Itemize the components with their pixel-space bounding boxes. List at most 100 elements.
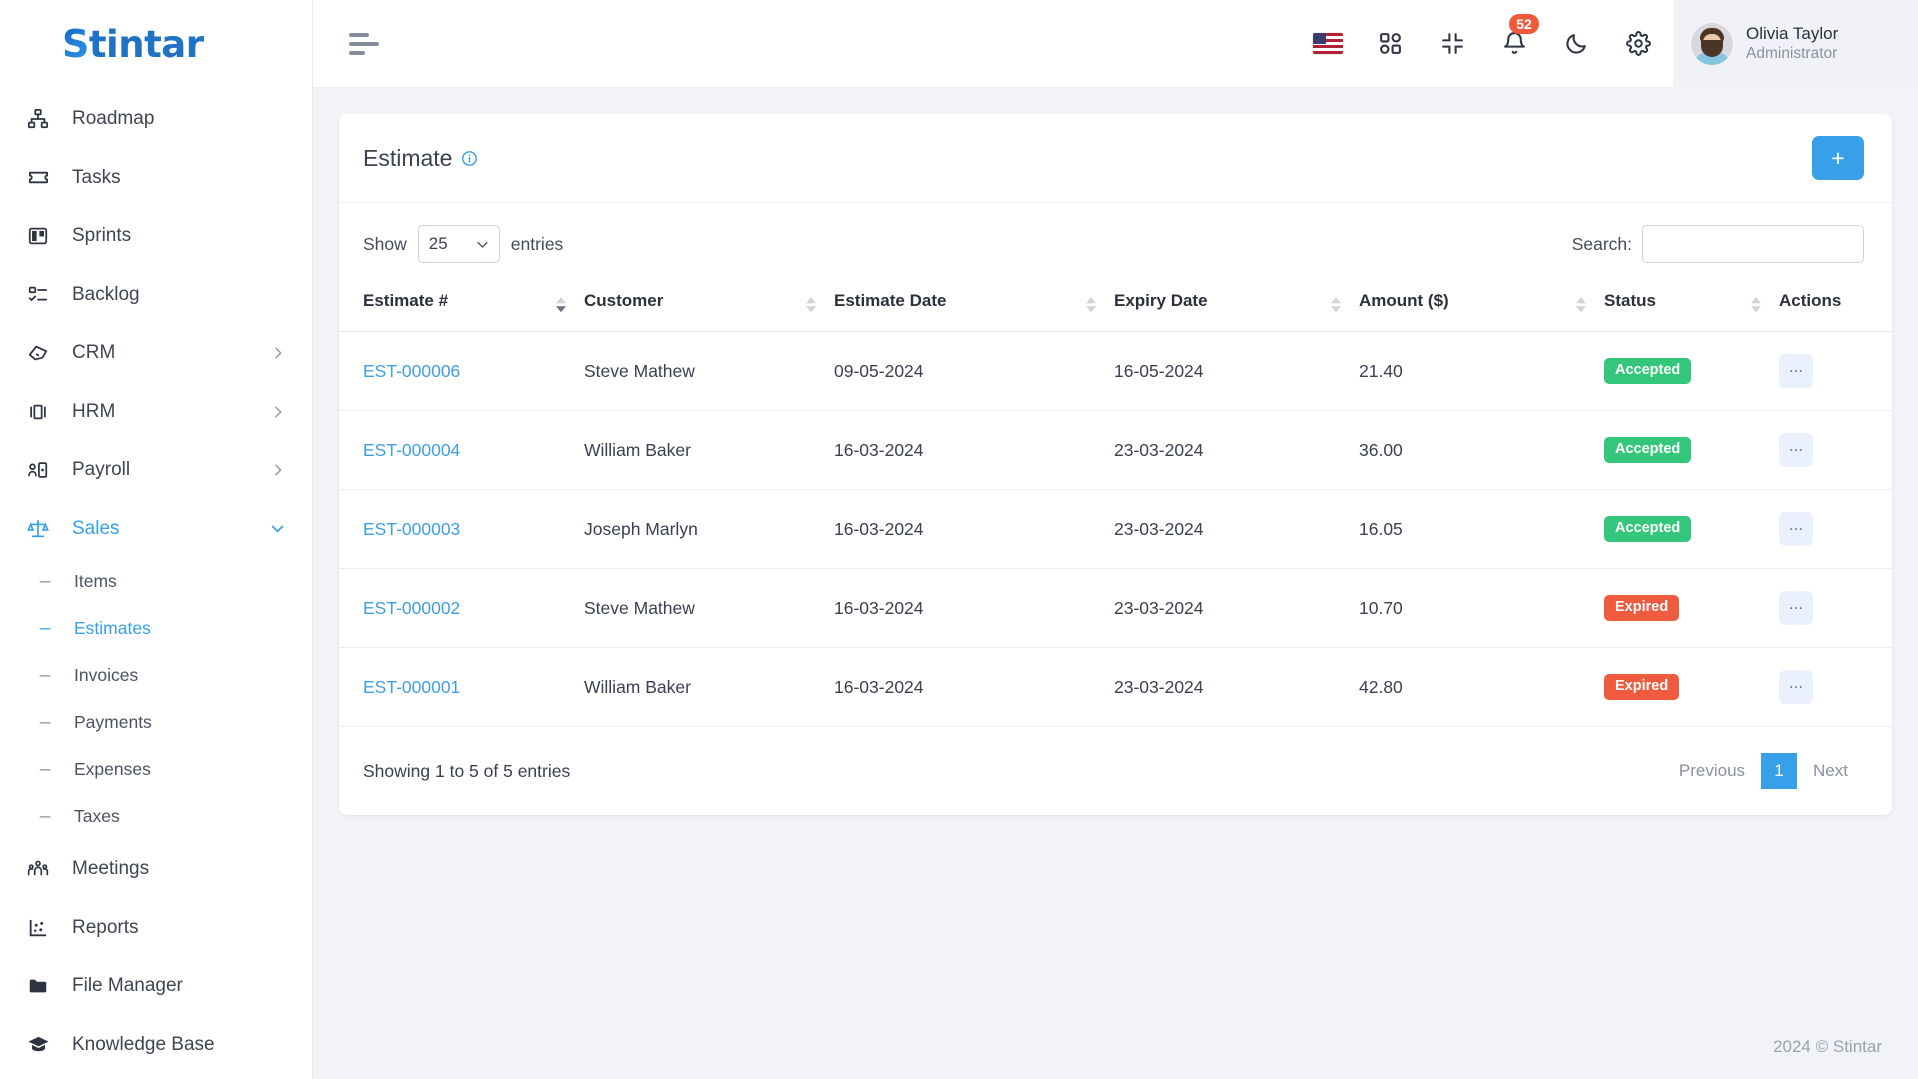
cell-estimate-number: EST-000002 <box>339 568 584 648</box>
app-root: Stintar Roadmap Tasks Sprints Backlog CR… <box>0 0 1918 1079</box>
row-actions-button[interactable]: ... <box>1779 433 1813 467</box>
user-profile-menu[interactable]: Olivia Taylor Administrator <box>1673 0 1918 88</box>
sidebar-item-payroll[interactable]: Payroll <box>0 441 312 500</box>
topbar-icons: 52 <box>1311 13 1673 61</box>
sidebar-item-label: Tasks <box>72 166 121 188</box>
dash-icon: – <box>39 665 51 686</box>
language-selector[interactable] <box>1311 27 1345 61</box>
cell-customer: William Baker <box>584 647 834 727</box>
cell-amount: 21.40 <box>1359 331 1604 411</box>
sort-arrows-icon <box>1751 297 1761 313</box>
cell-customer: William Baker <box>584 410 834 490</box>
sidebar-item-meetings[interactable]: Meetings <box>0 840 312 899</box>
profile-text: Olivia Taylor Administrator <box>1746 23 1838 64</box>
status-badge: Accepted <box>1604 358 1692 384</box>
estimate-link[interactable]: EST-000003 <box>363 519 460 539</box>
row-actions-button[interactable]: ... <box>1779 512 1813 546</box>
cell-actions: ... <box>1779 410 1892 490</box>
pagination-next[interactable]: Next <box>1797 753 1864 789</box>
sidebar-nav: Roadmap Tasks Sprints Backlog CRM HRM Pa… <box>0 88 312 1079</box>
chevron-right-icon <box>270 462 286 478</box>
profile-name: Olivia Taylor <box>1746 24 1839 44</box>
column-header-customer[interactable]: Customer <box>584 277 834 332</box>
page-title-text: Estimate <box>363 144 453 171</box>
sidebar-subitem-invoices[interactable]: – Invoices <box>0 652 312 699</box>
sidebar-item-label: HRM <box>72 400 116 422</box>
gear-icon[interactable] <box>1621 27 1655 61</box>
notifications-count-badge: 52 <box>1509 13 1539 34</box>
estimate-link[interactable]: EST-000001 <box>363 677 460 697</box>
row-actions-button[interactable]: ... <box>1779 670 1813 704</box>
cell-estimate-date: 09-05-2024 <box>834 331 1114 411</box>
grid-apps-icon[interactable] <box>1373 27 1407 61</box>
column-header-amount[interactable]: Amount ($) <box>1359 277 1604 332</box>
cell-actions: ... <box>1779 489 1892 569</box>
sidebar-item-crm[interactable]: CRM <box>0 324 312 383</box>
status-badge: Expired <box>1604 595 1680 621</box>
page-title: Estimate <box>363 145 478 172</box>
sidebar-item-knowledge-base[interactable]: Knowledge Base <box>0 1016 312 1075</box>
table-head: Estimate # Customer Estimate Date Expiry… <box>339 277 1892 332</box>
estimate-link[interactable]: EST-000002 <box>363 598 460 618</box>
cell-expiry-date: 23-03-2024 <box>1114 489 1359 569</box>
row-actions-button[interactable]: ... <box>1779 591 1813 625</box>
info-circle-icon[interactable] <box>461 150 478 167</box>
chevron-right-icon <box>270 345 286 361</box>
sort-arrows-icon <box>1331 297 1341 313</box>
avatar <box>1691 22 1733 65</box>
card-header: Estimate + <box>339 114 1892 203</box>
column-header-status[interactable]: Status <box>1604 277 1779 332</box>
sidebar-item-reports[interactable]: Reports <box>0 899 312 958</box>
pagination-previous[interactable]: Previous <box>1663 753 1761 789</box>
people-group-icon <box>24 398 52 426</box>
estimate-link[interactable]: EST-000004 <box>363 440 460 460</box>
brand-logo-mark: S <box>62 22 89 66</box>
sidebar-item-label: Roadmap <box>72 108 155 130</box>
sidebar-subitem-estimates[interactable]: – Estimates <box>0 605 312 652</box>
graduation-cap-icon <box>24 1031 52 1059</box>
search-label: Search: <box>1571 233 1632 254</box>
copyright-text: 2024 © Stintar <box>1773 1037 1882 1056</box>
sidebar-item-roadmap[interactable]: Roadmap <box>0 90 312 149</box>
cell-estimate-date: 16-03-2024 <box>834 410 1114 490</box>
cell-estimate-date: 16-03-2024 <box>834 647 1114 727</box>
entries-label: entries <box>510 233 564 254</box>
brand-logo[interactable]: Stintar <box>0 0 312 88</box>
sidebar-subitem-payments[interactable]: – Payments <box>0 699 312 746</box>
notifications-bell-icon[interactable]: 52 <box>1497 13 1539 61</box>
brand-logo-text: Stintar <box>62 22 204 66</box>
sidebar-item-sales[interactable]: Sales <box>0 500 312 559</box>
sidebar-subitem-expenses[interactable]: – Expenses <box>0 746 312 793</box>
sidebar-item-label: Sales <box>72 517 120 539</box>
sidebar-subitem-label: Expenses <box>74 759 151 779</box>
sidebar-subitem-label: Taxes <box>74 806 120 826</box>
sidebar-item-hrm[interactable]: HRM <box>0 383 312 442</box>
search-control: Search: <box>1572 225 1864 263</box>
sidebar-subitem-items[interactable]: – Items <box>0 558 312 605</box>
add-estimate-button[interactable]: + <box>1812 136 1864 180</box>
column-header-estimate-date[interactable]: Estimate Date <box>834 277 1114 332</box>
pagination-page-1[interactable]: 1 <box>1761 753 1798 789</box>
sidebar-item-backlog[interactable]: Backlog <box>0 266 312 325</box>
dash-icon: – <box>39 571 51 592</box>
sidebar-item-tasks[interactable]: Tasks <box>0 149 312 208</box>
search-input[interactable] <box>1642 225 1864 263</box>
ticket-icon <box>24 164 52 192</box>
row-actions-button[interactable]: ... <box>1779 354 1813 388</box>
meeting-people-icon <box>24 855 52 883</box>
sort-arrows-icon <box>1576 297 1586 313</box>
content-area: Estimate + Show 25 entries Search: Estim… <box>313 88 1918 1015</box>
collapse-fullscreen-icon[interactable] <box>1435 27 1469 61</box>
column-header-expiry-date[interactable]: Expiry Date <box>1114 277 1359 332</box>
page-size-select[interactable]: 25 <box>417 225 500 263</box>
sidebar-subitem-taxes[interactable]: – Taxes <box>0 793 312 840</box>
estimate-link[interactable]: EST-000006 <box>363 361 460 381</box>
sidebar-item-sprints[interactable]: Sprints <box>0 207 312 266</box>
moon-icon[interactable] <box>1559 27 1593 61</box>
hamburger-icon[interactable] <box>349 31 383 57</box>
sidebar-item-file-manager[interactable]: File Manager <box>0 957 312 1016</box>
column-header-estimate-number[interactable]: Estimate # <box>339 277 584 332</box>
main-area: 52 Olivia Taylor Administrator Estimate … <box>313 0 1918 1079</box>
cell-actions: ... <box>1779 647 1892 727</box>
chevron-down-icon <box>269 520 286 537</box>
